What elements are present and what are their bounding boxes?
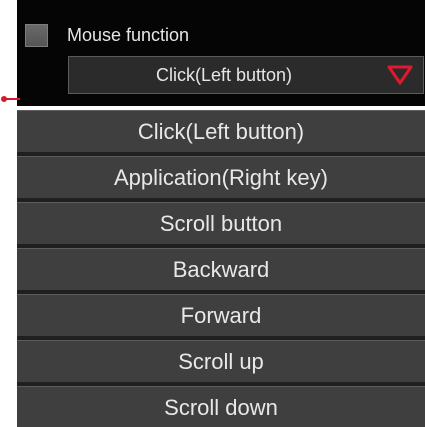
mouse-function-panel: Mouse function Click(Left button)	[17, 0, 425, 106]
mouse-function-checkbox[interactable]	[25, 24, 48, 47]
menu-item-application-right-key[interactable]: Application(Right key)	[17, 156, 425, 199]
menu-item-click-left-button[interactable]: Click(Left button)	[17, 110, 425, 153]
selected-value: Click(Left button)	[155, 64, 293, 85]
menu-item-scroll-up[interactable]: Scroll up	[17, 340, 425, 383]
connector-icon	[1, 96, 20, 102]
menu-item-scroll-button[interactable]: Scroll button	[17, 202, 425, 245]
chevron-down-icon[interactable]	[387, 65, 413, 85]
mouse-function-label: Mouse function	[67, 25, 190, 45]
mouse-function-select[interactable]: Click(Left button)	[68, 56, 424, 94]
menu-item-forward[interactable]: Forward	[17, 294, 425, 337]
menu-item-scroll-down[interactable]: Scroll down	[17, 386, 425, 427]
mouse-function-dropdown-menu: Click(Left button) Application(Right key…	[17, 110, 425, 427]
menu-item-backward[interactable]: Backward	[17, 248, 425, 291]
